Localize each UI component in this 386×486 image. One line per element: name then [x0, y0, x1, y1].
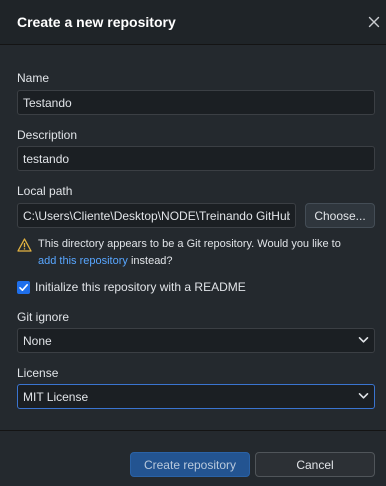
create-repository-button[interactable]: Create repository — [130, 452, 250, 477]
name-input[interactable] — [17, 90, 375, 115]
local-path-label: Local path — [17, 184, 73, 198]
readme-checkbox[interactable] — [17, 281, 30, 294]
dialog-footer: Create repository Cancel — [0, 430, 386, 486]
warning-suffix: instead? — [130, 255, 173, 267]
gitignore-label: Git ignore — [17, 310, 70, 324]
warning-icon — [17, 238, 32, 252]
license-select[interactable]: MIT License — [17, 384, 375, 409]
chevron-down-icon — [358, 392, 369, 400]
local-path-input[interactable] — [17, 203, 296, 228]
cancel-button[interactable]: Cancel — [255, 452, 375, 477]
license-label: License — [17, 366, 59, 380]
gitignore-value: None — [23, 334, 52, 348]
choose-button[interactable]: Choose... — [305, 203, 375, 228]
description-label: Description — [17, 128, 78, 142]
gitignore-select[interactable]: None — [17, 328, 375, 353]
warning-text-block: This directory appears to be a Git repos… — [38, 236, 373, 270]
close-icon[interactable] — [366, 14, 382, 30]
dialog-body: Name Description Local path Choose... Th… — [0, 45, 386, 430]
chevron-down-icon — [358, 336, 369, 344]
dialog-header: Create a new repository — [0, 0, 386, 45]
readme-label: Initialize this repository with a README — [35, 280, 246, 294]
add-repository-link[interactable]: add this repository — [38, 255, 128, 267]
name-label: Name — [17, 71, 50, 85]
license-value: MIT License — [23, 390, 89, 404]
warning-text: This directory appears to be a Git repos… — [38, 238, 341, 250]
dialog-title: Create a new repository — [17, 14, 176, 30]
create-repository-dialog: Create a new repository Name Description… — [0, 0, 386, 486]
description-input[interactable] — [17, 146, 375, 171]
